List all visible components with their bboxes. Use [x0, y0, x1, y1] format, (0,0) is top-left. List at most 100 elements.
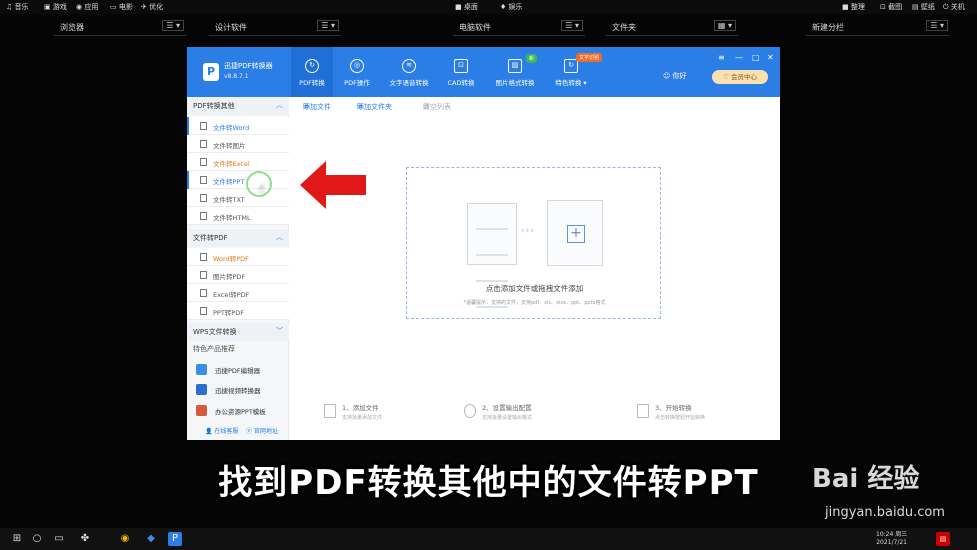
category-menu-icon[interactable]: ▦ ▾: [713, 20, 736, 31]
ocr-badge: 文字识别: [576, 53, 603, 62]
category-label: 新建分栏: [812, 23, 844, 32]
tab-text-speech[interactable]: ≋ 文字语音转换: [383, 47, 435, 97]
vip-center-button[interactable]: ♡ 会员中心: [712, 70, 768, 84]
category-pc-software[interactable]: 电脑软件 ☰ ▾: [453, 18, 585, 36]
category-menu-icon[interactable]: ☰ ▾: [561, 20, 583, 31]
tab-label: 图片格式转换: [495, 79, 535, 87]
topbar-apps[interactable]: ◉ 应用: [76, 2, 98, 12]
pdf-ops-icon: ◎: [350, 59, 364, 73]
topbar-desktop[interactable]: ■ 桌面: [455, 2, 478, 12]
category-menu-icon[interactable]: ☰ ▾: [162, 20, 184, 31]
official-site-link[interactable]: ⓔ 官网地址: [246, 428, 278, 435]
search-icon[interactable]: ○: [30, 532, 44, 546]
minimize-icon[interactable]: —: [735, 53, 743, 62]
sidebar: PDF转换其他 ︿ 文件转Word 文件转图片 文件转Excel 文件转PPT 文…: [187, 97, 289, 440]
topbar-screenshot[interactable]: ⊡ 截图: [880, 2, 902, 12]
maximize-icon[interactable]: □: [752, 53, 760, 62]
system-clock: 10:24 周三 2021/7/21: [876, 531, 908, 546]
tab-label: 特色转换 ▾: [555, 79, 587, 87]
tab-pdf-convert[interactable]: ↻ PDF转换: [291, 47, 333, 97]
topbar-game[interactable]: ▣ 游戏: [44, 2, 67, 12]
topbar-organize[interactable]: ■ 整理: [842, 2, 865, 12]
chrome-icon[interactable]: ◉: [118, 532, 132, 546]
category-menu-icon[interactable]: ☰ ▾: [926, 20, 948, 31]
section-file-to-pdf[interactable]: 文件转PDF ︿: [187, 229, 289, 247]
tab-label: PDF操作: [344, 79, 370, 87]
desktop-top-bar: ♫ 音乐 ▣ 游戏 ◉ 应用 ▭ 电影 ✈ 优化 ■ 桌面 ♦ 娱乐 ■ 整理 …: [0, 0, 977, 14]
product-ppt-templates[interactable]: 办公资源PPT模板: [187, 402, 289, 420]
user-greeting[interactable]: ☺ 你好: [663, 71, 687, 81]
user-icon: ☺: [663, 72, 671, 80]
topbar-optimize[interactable]: ✈ 优化: [141, 2, 163, 12]
file-icon: [200, 253, 207, 261]
hand-cursor-icon: ☝: [258, 182, 265, 195]
red-arrow-icon: [300, 161, 366, 209]
category-design[interactable]: 设计软件 ☰ ▾: [209, 18, 341, 36]
file-icon: [324, 404, 336, 418]
chevron-up-icon: ︿: [276, 233, 283, 241]
topbar-music[interactable]: ♫ 音乐: [6, 2, 29, 12]
pdf-editor-icon: [196, 364, 207, 375]
app-name: 迅捷PDF转换器: [224, 62, 273, 70]
file-icon: [200, 158, 207, 166]
section-wps-convert[interactable]: WPS文件转换 ﹀: [187, 323, 289, 341]
sidebar-item-image-to-pdf[interactable]: 图片转PDF: [187, 266, 289, 284]
section-featured-products: 特色产品推荐: [193, 345, 235, 353]
notification-icon[interactable]: ▤: [936, 532, 950, 546]
browser-icon[interactable]: ◆: [144, 532, 158, 546]
sidebar-footer: 👤 在线客服 ⓔ 官网地址: [187, 422, 289, 440]
tab-label: PDF转换: [299, 79, 325, 87]
sidebar-item-to-txt[interactable]: 文件转TXT: [187, 189, 289, 207]
topbar-wallpaper[interactable]: ▤ 壁纸: [912, 2, 935, 12]
app-header: P 迅捷PDF转换器 v8.8.7.1 ↻ PDF转换 ◎ PDF操作 ≋ 文字…: [187, 47, 780, 97]
drop-zone-text: 点击添加文件或拖拽文件添加: [485, 284, 584, 293]
step-start-convert: 3、开始转换 点击转换按钮开始转换: [637, 402, 705, 421]
tab-label: 文字语音转换: [389, 79, 429, 87]
customer-service-link[interactable]: 👤 在线客服: [205, 428, 238, 435]
ppt-template-icon: [196, 405, 207, 416]
close-icon[interactable]: ✕: [767, 53, 774, 62]
section-pdf-to-other[interactable]: PDF转换其他 ︿: [187, 97, 289, 115]
file-icon: [200, 176, 207, 184]
tab-pdf-operations[interactable]: ◎ PDF操作: [337, 47, 377, 97]
tab-cad-convert[interactable]: ⊡ CAD转换: [441, 47, 481, 97]
sidebar-item-to-word[interactable]: 文件转Word: [187, 117, 289, 135]
image-file-icon: [200, 271, 207, 279]
baidu-jingyan-url: jingyan.baidu.com: [825, 505, 945, 520]
file-icon: [200, 212, 207, 220]
sidebar-item-word-to-pdf[interactable]: Word转PDF: [187, 248, 289, 266]
app-pinwheel-icon[interactable]: ✤: [78, 532, 92, 546]
pdf-converter-window: P 迅捷PDF转换器 v8.8.7.1 ↻ PDF转换 ◎ PDF操作 ≋ 文字…: [187, 47, 780, 440]
category-new-column[interactable]: 新建分栏 ☰ ▾: [806, 18, 950, 36]
menu-icon[interactable]: ≡: [718, 53, 725, 62]
chevron-down-icon: ﹀: [276, 327, 283, 335]
file-icon: [200, 194, 207, 202]
windows-taskbar: ⊞ ○ ▭ ✤ ◉ ◆ P 10:24 周三 2021/7/21 ▤: [0, 528, 977, 550]
step-add-file: 1、添加文件 支持批量添加文件: [324, 402, 382, 421]
topbar-entertainment[interactable]: ♦ 娱乐: [500, 2, 523, 12]
product-pdf-editor[interactable]: 迅捷PDF编辑器: [187, 361, 289, 379]
sidebar-item-to-excel[interactable]: 文件转Excel: [187, 153, 289, 171]
product-video-converter[interactable]: 迅捷视频转换器: [187, 381, 289, 399]
sidebar-item-to-image[interactable]: 文件转图片: [187, 135, 289, 153]
cad-icon: ⊡: [454, 59, 468, 73]
convert-icon: ↻: [305, 59, 319, 73]
add-file-plus-icon[interactable]: +: [547, 200, 603, 266]
category-browser[interactable]: 浏览器 ☰ ▾: [54, 18, 186, 36]
baidu-jingyan-logo: Bai 经验: [812, 464, 920, 494]
task-view-icon[interactable]: ▭: [52, 532, 66, 546]
topbar-shutdown[interactable]: ⏻ 关机: [943, 2, 965, 12]
file-drop-zone[interactable]: ››› + 点击添加文件或拖拽文件添加 *温馨提示：支持的文件，支持pdf、xl…: [406, 167, 661, 319]
app-version: v8.8.7.1: [224, 73, 249, 80]
category-menu-icon[interactable]: ☰ ▾: [317, 20, 339, 31]
category-folder[interactable]: 文件夹 ▦ ▾: [606, 18, 738, 36]
sidebar-item-excel-to-pdf[interactable]: Excel转PDF: [187, 284, 289, 302]
sidebar-item-to-ppt[interactable]: 文件转PPT: [187, 171, 289, 189]
image-file-icon: [200, 140, 207, 148]
sidebar-item-ppt-to-pdf[interactable]: PPT转PDF: [187, 302, 289, 320]
windows-start-icon[interactable]: ⊞: [10, 532, 24, 546]
pdf-converter-taskbar-icon[interactable]: P: [168, 532, 182, 546]
sidebar-item-to-html[interactable]: 文件转HTML: [187, 207, 289, 225]
category-label: 设计软件: [215, 23, 247, 32]
topbar-movie[interactable]: ▭ 电影: [110, 2, 133, 12]
